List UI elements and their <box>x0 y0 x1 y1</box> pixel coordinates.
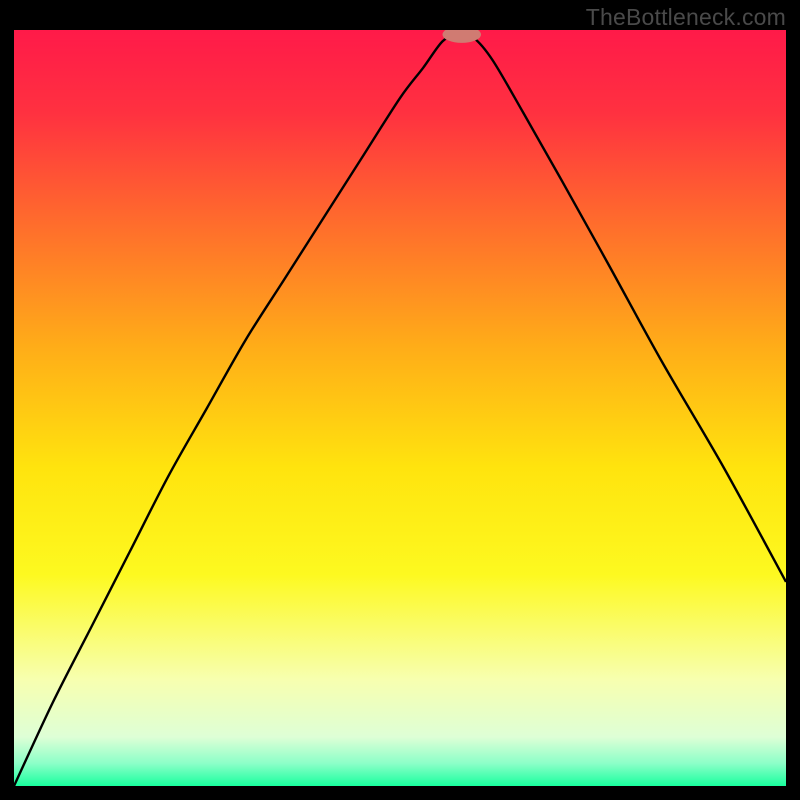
plot-area <box>14 30 786 786</box>
chart-frame <box>14 30 786 786</box>
gradient-background <box>14 30 786 786</box>
chart-svg <box>14 30 786 786</box>
watermark-text: TheBottleneck.com <box>586 4 786 31</box>
